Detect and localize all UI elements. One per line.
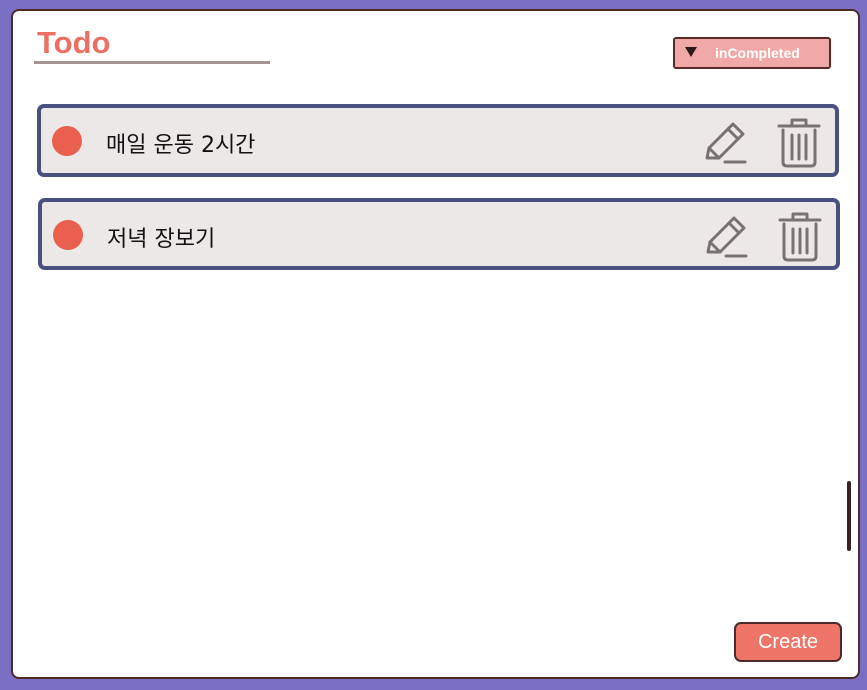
todo-text: 매일 운동 2시간 [106, 133, 256, 158]
create-button[interactable]: Create [734, 622, 842, 662]
delete-button[interactable] [774, 117, 824, 169]
pencil-icon [706, 216, 748, 258]
todo-item: 저녁 장보기 [38, 198, 840, 270]
edit-button[interactable] [700, 212, 750, 262]
edit-button[interactable] [699, 118, 749, 168]
scrollbar[interactable] [847, 481, 851, 551]
status-filter-dropdown[interactable]: inCompleted [673, 37, 831, 69]
title-underline [34, 61, 270, 64]
todo-item: 매일 운동 2시간 [37, 104, 839, 177]
trash-icon [778, 212, 822, 262]
delete-button[interactable] [775, 211, 825, 263]
status-dot[interactable] [53, 220, 83, 250]
page-title: Todo [37, 25, 111, 60]
status-dot[interactable] [52, 126, 82, 156]
filter-selected-value: inCompleted [715, 45, 800, 61]
pencil-icon [705, 122, 747, 164]
todo-text: 저녁 장보기 [107, 227, 216, 252]
trash-icon [777, 118, 821, 168]
todo-panel: Todo inCompleted 매일 운동 2시간 저녁 장보기 Create [11, 9, 860, 679]
caret-down-icon [685, 47, 697, 57]
